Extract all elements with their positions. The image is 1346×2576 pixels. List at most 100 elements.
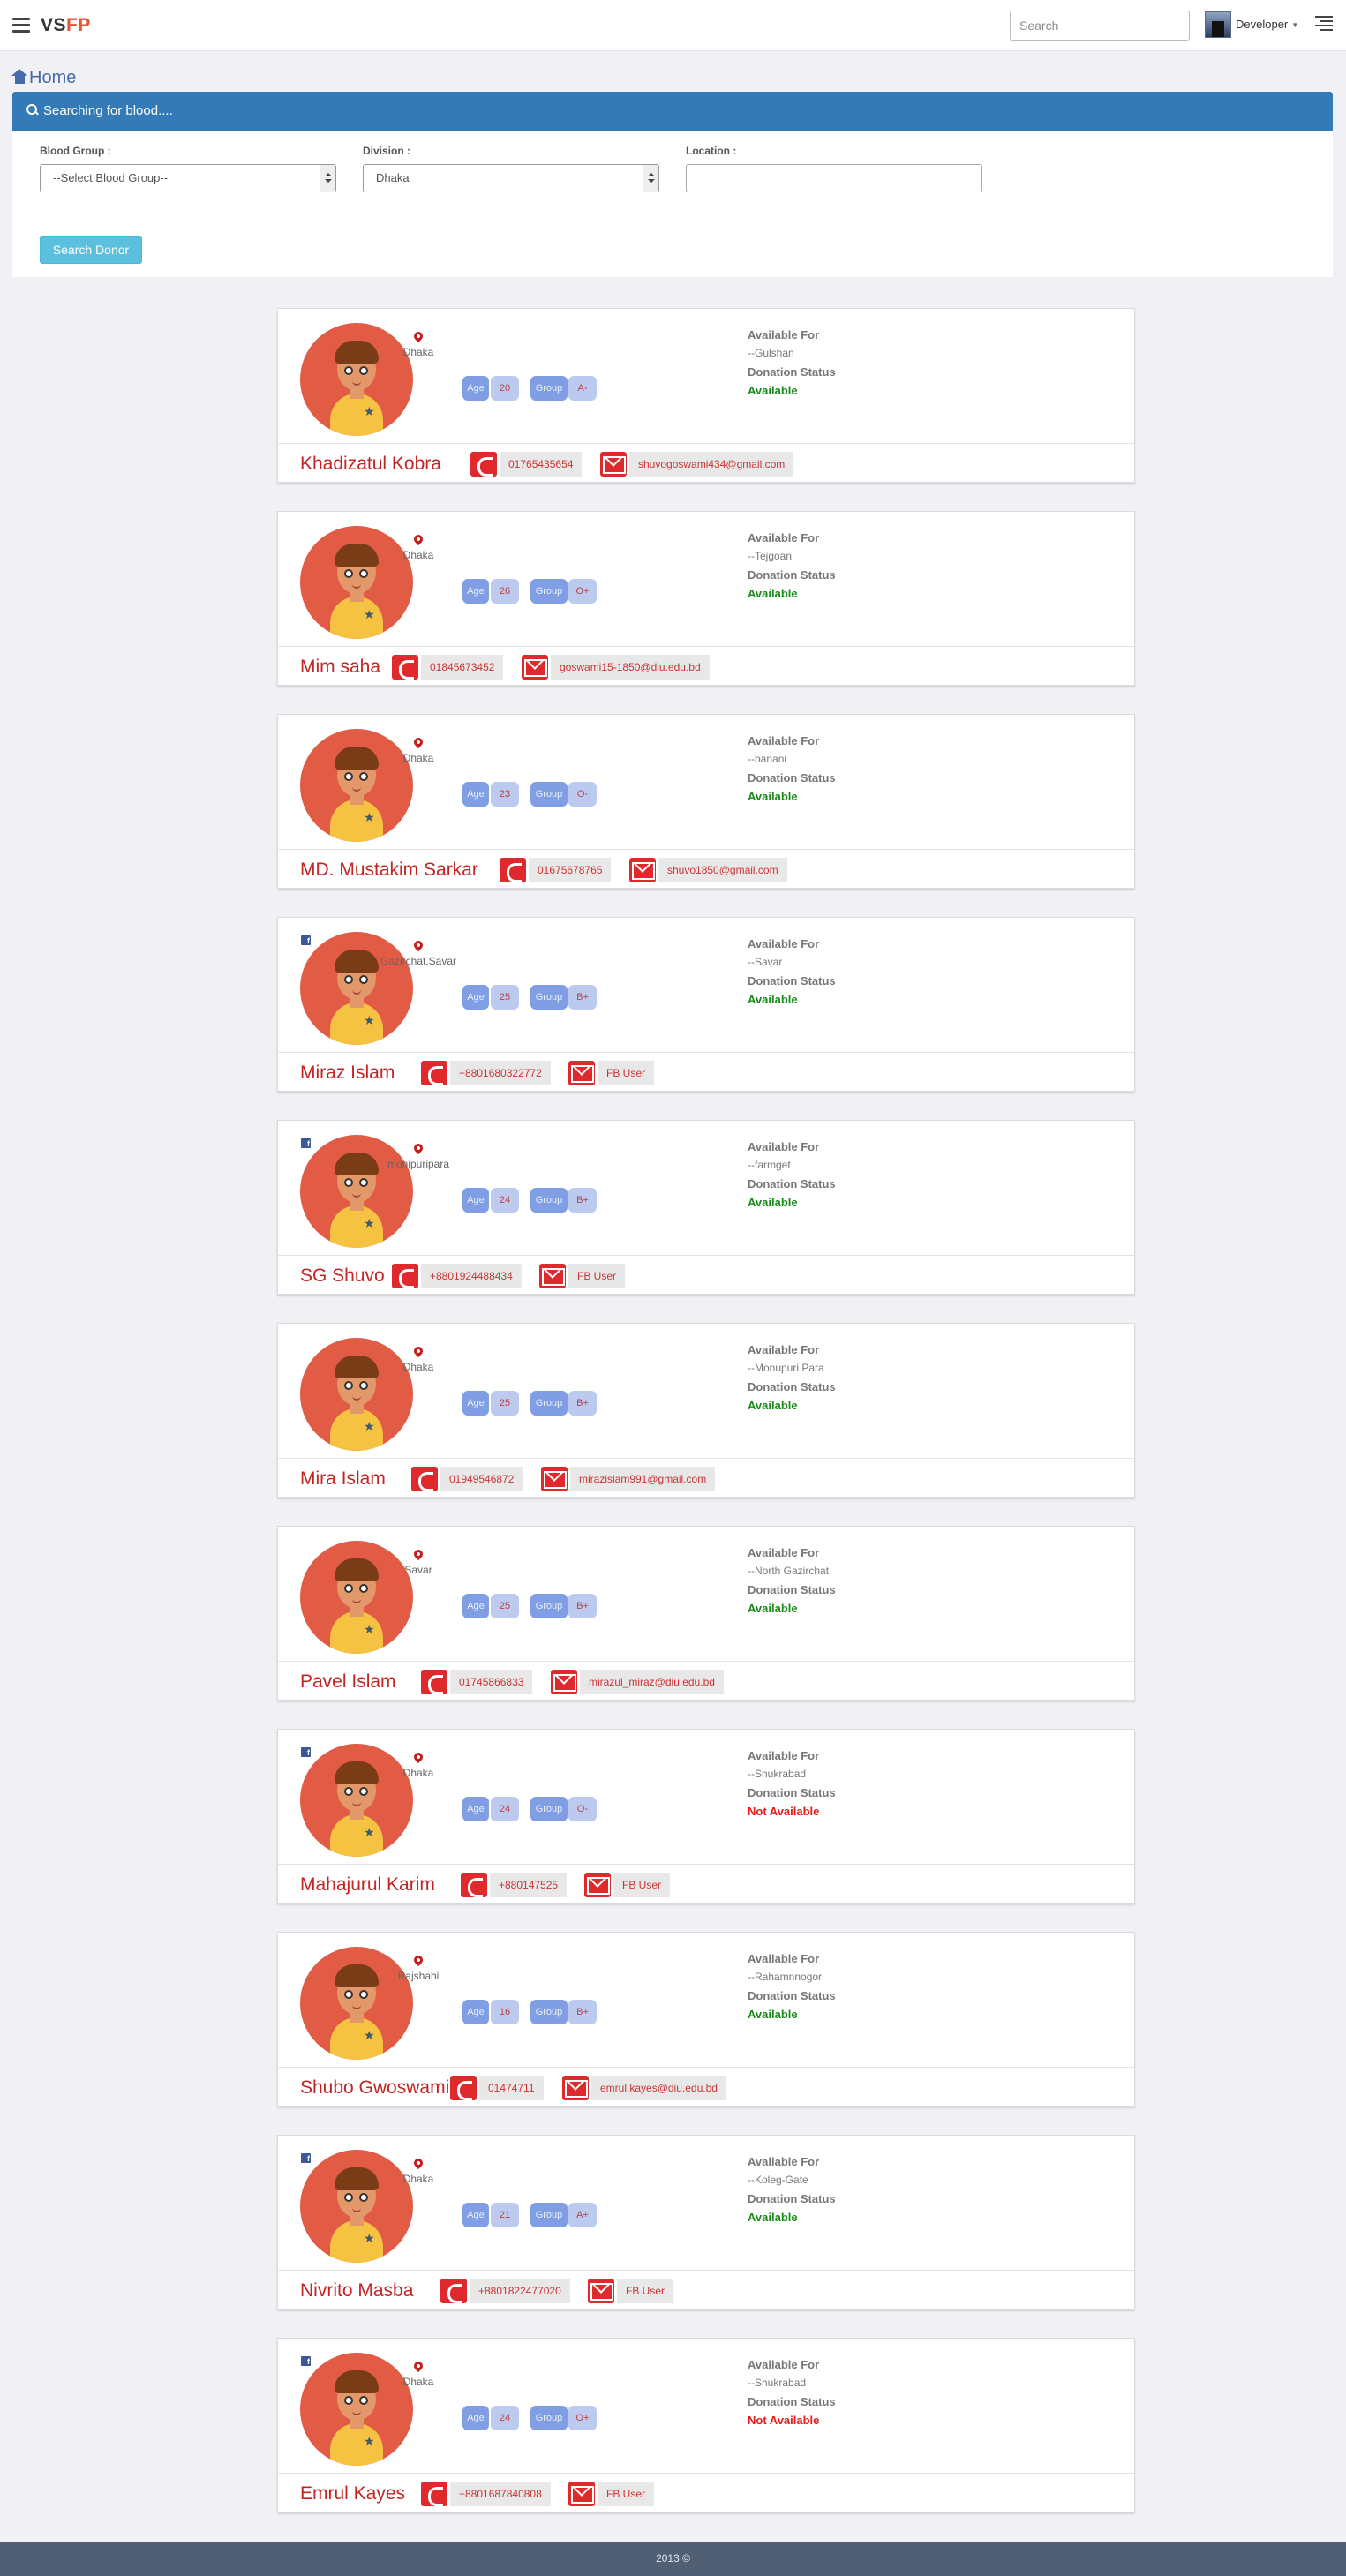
donor-name[interactable]: SG Shuvo [300, 1265, 385, 1287]
age-badge-label: Age [462, 579, 489, 604]
donor-phone[interactable]: 01765435654 [500, 452, 583, 477]
donor-phone[interactable]: +880147525 [490, 1873, 568, 1897]
donor-email[interactable]: goswami15-1850@diu.edu.bd [551, 655, 710, 680]
donation-status-value: Not Available [748, 1805, 820, 1818]
donor-phone[interactable]: +8801924488434 [421, 1264, 522, 1288]
mail-icon[interactable] [600, 452, 627, 477]
mail-icon[interactable] [522, 655, 548, 680]
group-badge-label: Group [530, 1594, 568, 1618]
age-badge-label: Age [462, 1391, 489, 1416]
phone-icon[interactable] [392, 1264, 418, 1288]
card-divider [278, 2473, 1134, 2474]
donor-email[interactable]: shuvogoswami434@gmail.com [629, 452, 794, 477]
donor-phone[interactable]: +8801822477020 [470, 2279, 570, 2303]
donor-name[interactable]: Miraz Islam [300, 1063, 395, 1084]
donor-phone[interactable]: 01949546872 [440, 1467, 523, 1491]
donor-phone[interactable]: 01745866833 [450, 1670, 533, 1694]
donor-name[interactable]: Emrul Kayes [300, 2483, 405, 2505]
phone-icon[interactable] [392, 655, 418, 680]
donation-status-label: Donation Status [748, 365, 836, 379]
donor-name[interactable]: Shubo Gwoswami [300, 2077, 449, 2099]
card-divider [278, 1458, 1134, 1459]
donor-phone[interactable]: 01474711 [479, 2076, 544, 2100]
available-for-value: --Savar [748, 956, 783, 968]
donor-avatar: ★ [300, 1744, 413, 1857]
star-icon: ★ [364, 810, 375, 824]
facebook-icon[interactable]: f [301, 1138, 311, 1148]
donation-status-value: Available [748, 1399, 798, 1412]
donor-phone[interactable]: +8801687840808 [450, 2482, 551, 2506]
donor-name[interactable]: Nivrito Masba [300, 2280, 413, 2302]
donor-email[interactable]: mirazul_miraz@diu.edu.bd [580, 1670, 724, 1694]
phone-icon[interactable] [421, 1061, 447, 1085]
donor-email[interactable]: FB User [613, 1873, 671, 1897]
phone-icon[interactable] [461, 1873, 487, 1897]
mail-icon[interactable] [584, 1873, 611, 1897]
donor-email[interactable]: mirazislam991@gmail.com [570, 1467, 716, 1491]
star-icon: ★ [364, 2434, 375, 2448]
donor-name[interactable]: Mim saha [300, 657, 380, 678]
mail-icon[interactable] [541, 1467, 568, 1491]
donor-email[interactable]: shuvo1850@gmail.com [658, 858, 787, 882]
group-badge-value: B+ [568, 1391, 597, 1416]
phone-icon[interactable] [421, 2482, 447, 2506]
donor-location: Dhaka [402, 752, 434, 764]
donor-name[interactable]: Khadizatul Kobra [300, 454, 441, 475]
mail-icon[interactable] [629, 858, 656, 882]
donor-phone[interactable]: 01845673452 [421, 655, 504, 680]
mail-icon[interactable] [539, 1264, 566, 1288]
donor-phone[interactable]: 01675678765 [529, 858, 612, 882]
donation-status-value: Available [748, 1196, 798, 1209]
group-badge-label: Group [530, 579, 568, 604]
donation-status-label: Donation Status [748, 771, 836, 785]
donor-email[interactable]: FB User [568, 1264, 626, 1288]
group-badge-value: O+ [568, 2406, 597, 2430]
donor-name[interactable]: Mahajurul Karim [300, 1874, 435, 1896]
age-badge-label: Age [462, 782, 489, 807]
donor-email[interactable]: FB User [617, 2279, 674, 2303]
donor-location: Dhaka [402, 346, 434, 358]
phone-icon[interactable] [470, 452, 497, 477]
available-for-value: --Shukrabad [748, 1768, 807, 1780]
phone-icon[interactable] [411, 1467, 438, 1491]
facebook-icon[interactable]: f [301, 2153, 311, 2163]
facebook-icon[interactable]: f [301, 1747, 311, 1757]
facebook-icon[interactable]: f [301, 2356, 311, 2366]
mail-icon[interactable] [588, 2279, 614, 2303]
available-for-label: Available For [748, 937, 820, 950]
mail-icon[interactable] [568, 2482, 595, 2506]
mail-icon[interactable] [562, 2076, 589, 2100]
map-marker-icon [411, 532, 425, 546]
donor-email[interactable]: FB User [598, 2482, 655, 2506]
card-divider [278, 1661, 1134, 1662]
donation-status-value: Available [748, 790, 798, 803]
phone-icon[interactable] [440, 2279, 467, 2303]
available-for-value: --Koleg-Gate [748, 2174, 808, 2186]
donor-name[interactable]: Mira Islam [300, 1468, 386, 1490]
donor-phone[interactable]: +8801680322772 [450, 1061, 551, 1085]
donor-avatar: ★ [300, 1135, 413, 1248]
donor-name[interactable]: MD. Mustakim Sarkar [300, 860, 478, 881]
donation-status-value: Available [748, 1602, 798, 1615]
donor-avatar: ★ [300, 729, 413, 842]
mail-icon[interactable] [551, 1670, 577, 1694]
card-divider [278, 2270, 1134, 2271]
available-for-label: Available For [748, 1343, 820, 1356]
donor-name[interactable]: Pavel Islam [300, 1671, 396, 1693]
card-divider [278, 1255, 1134, 1256]
phone-icon[interactable] [450, 2076, 477, 2100]
mail-icon[interactable] [568, 1061, 595, 1085]
available-for-label: Available For [748, 328, 820, 342]
group-badge-label: Group [530, 2203, 568, 2227]
age-badge-value: 16 [491, 2000, 519, 2024]
available-for-label: Available For [748, 1140, 820, 1153]
donor-card: f ★ Gazirchat,Savar Age 25 Group B+ Available F… [277, 917, 1135, 1092]
age-badge-value: 21 [491, 2203, 519, 2227]
phone-icon[interactable] [500, 858, 526, 882]
map-marker-icon [411, 329, 425, 343]
donor-email[interactable]: FB User [598, 1061, 655, 1085]
group-badge-value: A+ [568, 2203, 597, 2227]
facebook-icon[interactable]: f [301, 935, 311, 945]
phone-icon[interactable] [421, 1670, 447, 1694]
donor-email[interactable]: emrul.kayes@diu.edu.bd [591, 2076, 726, 2100]
